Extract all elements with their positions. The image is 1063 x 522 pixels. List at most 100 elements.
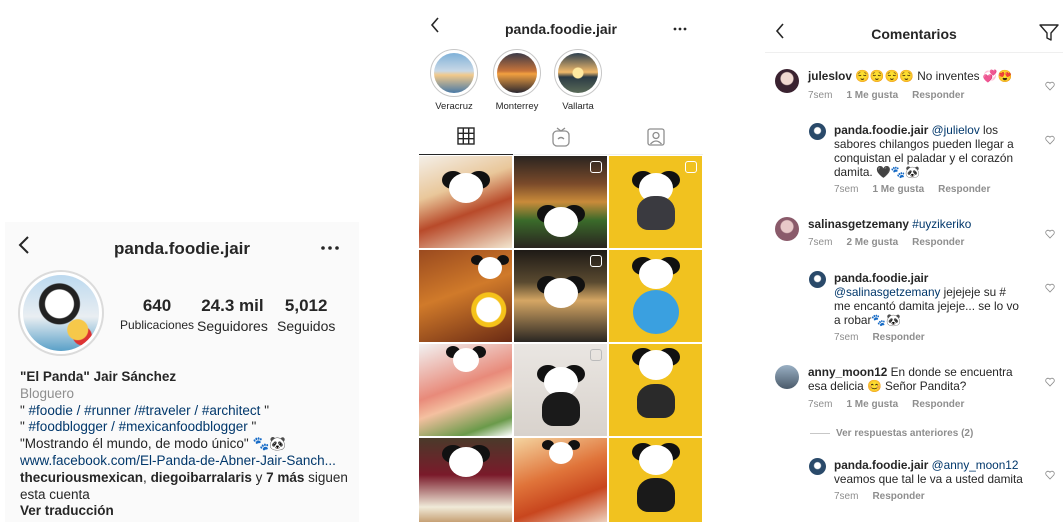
- comment-username[interactable]: panda.foodie.jair: [834, 271, 928, 285]
- bio-line-1: " #foodie / #runner /#traveler / #archit…: [20, 402, 269, 418]
- avatar[interactable]: [775, 365, 799, 389]
- panda-figure: [478, 257, 503, 280]
- bio-hashtags-1[interactable]: #foodie / #runner /#traveler / #architec…: [29, 403, 261, 418]
- comment-reply: panda.foodie.jair @anny_moon12 veamos qu…: [809, 458, 1063, 508]
- profile-avatar[interactable]: [18, 270, 104, 356]
- stat-following-value: 5,012: [284, 296, 328, 315]
- stat-following[interactable]: 5,012 Seguidos: [277, 296, 335, 334]
- grid-post[interactable]: [514, 438, 607, 522]
- reel-icon: [590, 161, 602, 173]
- avatar[interactable]: [775, 69, 799, 93]
- comment-meta: 7sem 1 Me gusta Responder: [808, 90, 965, 101]
- stat-posts[interactable]: 640 Publicaciones: [120, 296, 194, 332]
- likes-link[interactable]: 2 Me gusta: [846, 237, 898, 248]
- comment-username[interactable]: anny_moon12: [808, 365, 887, 379]
- comment-username[interactable]: panda.foodie.jair: [834, 458, 928, 472]
- comment-username[interactable]: panda.foodie.jair: [834, 123, 928, 137]
- header-divider: [765, 52, 1063, 53]
- reply-button[interactable]: Responder: [912, 237, 964, 248]
- heart-icon[interactable]: [1045, 283, 1055, 293]
- stat-posts-label: Publicaciones: [120, 318, 195, 332]
- highlight-monterrey[interactable]: Monterrey: [492, 49, 542, 112]
- highlight-label: Monterrey: [495, 101, 539, 112]
- comment-mention[interactable]: #uyzikeriko: [912, 217, 971, 231]
- panda-figure: [448, 172, 483, 203]
- panda-figure: [452, 347, 479, 372]
- reel-icon: [590, 255, 602, 267]
- comment-mention[interactable]: @julielov: [932, 123, 980, 137]
- comments-panel: Comentarios julesIov 😌😌😌😌 No inventes 💞😍…: [765, 8, 1063, 522]
- avatar[interactable]: [775, 217, 799, 241]
- bio-followed-by-tail: esta cuenta: [20, 486, 90, 502]
- more-horizontal-icon[interactable]: [321, 235, 339, 256]
- panda-figure: [543, 206, 578, 237]
- comments-title: Comentarios: [871, 26, 957, 42]
- avatar[interactable]: [809, 458, 826, 475]
- comment-meta: 7sem Responder: [834, 491, 925, 502]
- bio-line-2: " #foodblogger / #mexicanfoodblogger ": [20, 419, 257, 435]
- igtv-icon: [552, 126, 570, 152]
- grid-post[interactable]: [514, 156, 607, 248]
- comment: julesIov 😌😌😌😌 No inventes 💞😍 7sem 1 Me gu…: [775, 69, 1063, 109]
- reply-button[interactable]: Responder: [872, 332, 924, 343]
- bio-hashtags-2[interactable]: #foodblogger / #mexicanfoodblogger: [29, 419, 248, 434]
- comment-meta: 7sem 1 Me gusta Responder: [808, 399, 965, 410]
- comment-username[interactable]: julesIov: [808, 69, 852, 83]
- likes-link[interactable]: 1 Me gusta: [872, 184, 924, 195]
- grid-post[interactable]: [514, 250, 607, 342]
- heart-icon[interactable]: [1045, 229, 1055, 239]
- comment-username[interactable]: salinasgetzemany: [808, 217, 909, 231]
- tab-igtv[interactable]: [514, 123, 608, 155]
- more-horizontal-icon[interactable]: [673, 18, 687, 34]
- reply-button[interactable]: Responder: [938, 184, 990, 195]
- heart-icon[interactable]: [1045, 135, 1055, 145]
- bio-category: Bloguero: [20, 385, 75, 401]
- avatar[interactable]: [809, 271, 826, 288]
- grid-post[interactable]: [609, 250, 702, 342]
- panda-figure: [638, 349, 673, 380]
- profile-username: panda.foodie.jair: [113, 239, 251, 258]
- panda-figure: [638, 445, 673, 476]
- likes-link[interactable]: 1 Me gusta: [846, 399, 898, 410]
- grid-post[interactable]: [419, 156, 512, 248]
- view-previous-replies[interactable]: Ver respuestas anteriores (2): [810, 428, 973, 439]
- grid-post[interactable]: [609, 438, 702, 522]
- likes-link[interactable]: 1 Me gusta: [846, 90, 898, 101]
- tab-grid[interactable]: [419, 123, 513, 155]
- profile-panel: panda.foodie.jair 640 Publicaciones 24.3…: [5, 222, 359, 522]
- comment-meta: 7sem 1 Me gusta Responder: [834, 184, 991, 195]
- stat-followers-value: 24.3 mil: [201, 296, 264, 315]
- grid-post[interactable]: [514, 344, 607, 436]
- highlight-veracruz[interactable]: Veracruz: [429, 49, 479, 112]
- comment-text: 😌😌😌😌 No inventes 💞😍: [851, 69, 1013, 83]
- profile-tabs: [419, 123, 703, 155]
- avatar[interactable]: [809, 123, 826, 140]
- comment-mention[interactable]: @salinasgetzemany: [834, 285, 940, 299]
- bio-line-3: "Mostrando él mundo, de modo único" 🐾🐼: [20, 436, 287, 452]
- bio-link[interactable]: www.facebook.com/El-Panda-de-Abner-Jair-…: [20, 453, 355, 470]
- reply-button[interactable]: Responder: [872, 491, 924, 502]
- heart-icon[interactable]: [1045, 377, 1055, 387]
- comment-mention[interactable]: @anny_moon12: [932, 458, 1019, 472]
- panda-figure: [448, 447, 483, 478]
- stat-followers-label: Seguidores: [197, 318, 268, 334]
- translate-link[interactable]: Ver traducción: [20, 503, 355, 520]
- tagged-icon: [647, 127, 665, 151]
- tab-tagged[interactable]: [609, 123, 703, 155]
- comment-meta: 7sem Responder: [834, 332, 925, 343]
- bio-followed-by[interactable]: thecuriousmexican, diegoibarralaris y 7 …: [20, 470, 355, 487]
- reply-button[interactable]: Responder: [912, 90, 964, 101]
- stat-followers[interactable]: 24.3 mil Seguidores: [197, 296, 268, 334]
- heart-icon[interactable]: [1045, 81, 1055, 91]
- heart-icon[interactable]: [1045, 470, 1055, 480]
- posts-grid: [419, 156, 703, 522]
- grid-post[interactable]: [419, 344, 512, 436]
- highlight-label: Vallarta: [562, 101, 594, 112]
- grid-post[interactable]: [419, 438, 512, 522]
- grid-post[interactable]: [609, 156, 702, 248]
- reply-button[interactable]: Responder: [912, 399, 964, 410]
- grid-post[interactable]: [609, 344, 702, 436]
- filter-icon[interactable]: [1039, 24, 1059, 47]
- grid-post[interactable]: [419, 250, 512, 342]
- highlight-vallarta[interactable]: Vallarta: [553, 49, 603, 112]
